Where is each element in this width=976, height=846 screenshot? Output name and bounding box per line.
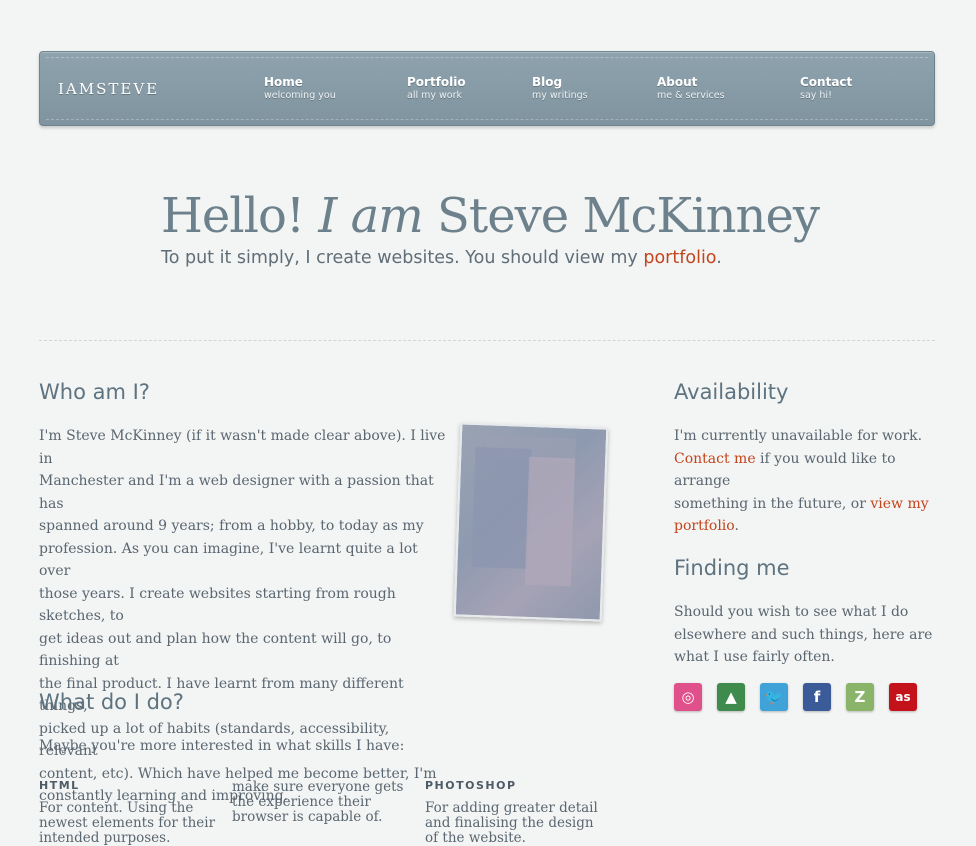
skill-line: of the website. — [425, 830, 526, 846]
site-logo[interactable]: IAMSTEVE — [58, 80, 159, 98]
skill-desc-html: For content. Using the newest elements f… — [39, 801, 219, 846]
skill-line: and finalising the design — [425, 815, 594, 831]
availability-line: something in the future, or view my — [674, 493, 944, 516]
what-intro: Maybe you're more interested in what ski… — [39, 738, 405, 754]
who-line: Manchester and I'm a web designer with a… — [39, 473, 434, 512]
profile-photo — [453, 422, 609, 622]
nav-item-subtitle: say hi! — [800, 90, 832, 101]
nav-item-home[interactable]: Home welcoming you — [264, 75, 336, 101]
hero-hello: Hello! — [161, 188, 319, 244]
skill-line: newest elements for their — [39, 815, 216, 831]
view-portfolio-link[interactable]: view my — [870, 496, 928, 512]
nav-item-blog[interactable]: Blog my writings — [532, 75, 588, 101]
nav-item-about[interactable]: About me & services — [657, 75, 725, 101]
skill-line: the experience their — [232, 794, 371, 810]
hero-heading: Hello! I am Steve McKinney — [161, 188, 820, 244]
skill-title-html: HTML — [39, 779, 80, 792]
availability-text: . — [734, 518, 739, 534]
twitter-icon[interactable]: 🐦 — [760, 683, 788, 711]
availability-line: portfolio. — [674, 515, 944, 538]
lastfm-icon[interactable]: as — [889, 683, 917, 711]
skill-line: intended purposes. — [39, 830, 171, 846]
facebook-icon[interactable]: f — [803, 683, 831, 711]
who-line: spanned around 9 years; from a hobby, to… — [39, 518, 424, 534]
view-portfolio-link-cont[interactable]: portfolio — [674, 518, 734, 534]
who-line: profession. As you can imagine, I've lea… — [39, 540, 418, 580]
nav-item-title: Portfolio — [407, 75, 466, 89]
hero-name: Steve McKinney — [422, 188, 820, 244]
availability-line: I'm currently unavailable for work. — [674, 428, 923, 444]
what-heading: What do I do? — [39, 690, 184, 714]
who-line: get ideas out and plan how the content w… — [39, 630, 392, 670]
main-navigation: IAMSTEVE Home welcoming you Portfolio al… — [39, 51, 935, 126]
finding-heading: Finding me — [674, 556, 790, 580]
contact-me-link[interactable]: Contact me — [674, 451, 756, 467]
availability-paragraph: I'm currently unavailable for work. Cont… — [674, 425, 944, 538]
finding-line: what I use fairly often. — [674, 649, 835, 665]
skill-line: make sure everyone gets — [232, 779, 404, 795]
dribbble-icon[interactable]: ◎ — [674, 683, 702, 711]
availability-heading: Availability — [674, 380, 789, 404]
who-line: I'm Steve McKinney (if it wasn't made cl… — [39, 428, 446, 467]
forrst-icon[interactable]: ▲ — [717, 683, 745, 711]
availability-text: something in the future, or — [674, 495, 871, 512]
skill-line: browser is capable of. — [232, 809, 383, 825]
finding-line: elsewhere and such things, here are — [674, 626, 933, 643]
availability-line: Contact me if you would like to arrange — [674, 448, 944, 493]
nav-item-portfolio[interactable]: Portfolio all my work — [407, 75, 466, 101]
nav-item-subtitle: all my work — [407, 90, 463, 101]
skill-line: For content. Using the — [39, 800, 194, 816]
nav-item-subtitle: welcoming you — [264, 90, 336, 101]
who-line: those years. I create websites starting … — [39, 585, 396, 625]
hero-sub-text: To put it simply, I create websites. You… — [161, 248, 644, 268]
finding-paragraph: Should you wish to see what I do elsewhe… — [674, 601, 944, 669]
section-divider — [39, 340, 935, 341]
skill-desc-photoshop: For adding greater detail and finalising… — [425, 801, 605, 846]
nav-item-subtitle: my writings — [532, 90, 588, 101]
nav-item-title: Blog — [532, 75, 563, 89]
nav-item-subtitle: me & services — [657, 90, 725, 101]
finding-line: Should you wish to see what I do — [674, 604, 909, 620]
skill-line: For adding greater detail — [425, 800, 598, 816]
zerply-icon[interactable]: Z — [846, 683, 874, 711]
nav-item-title: Home — [264, 75, 303, 89]
nav-item-title: About — [657, 75, 698, 89]
hero-iam: I am — [318, 188, 423, 244]
who-heading: Who am I? — [39, 380, 150, 404]
skill-desc-col2: make sure everyone gets the experience t… — [232, 780, 412, 825]
portfolio-link[interactable]: portfolio — [643, 248, 716, 268]
nav-item-title: Contact — [800, 75, 853, 89]
nav-item-contact[interactable]: Contact say hi! — [800, 75, 852, 101]
hero-sub-suffix: . — [716, 248, 722, 268]
skill-title-photoshop: PHOTOSHOP — [425, 779, 517, 792]
hero-subtitle: To put it simply, I create websites. You… — [161, 248, 722, 268]
